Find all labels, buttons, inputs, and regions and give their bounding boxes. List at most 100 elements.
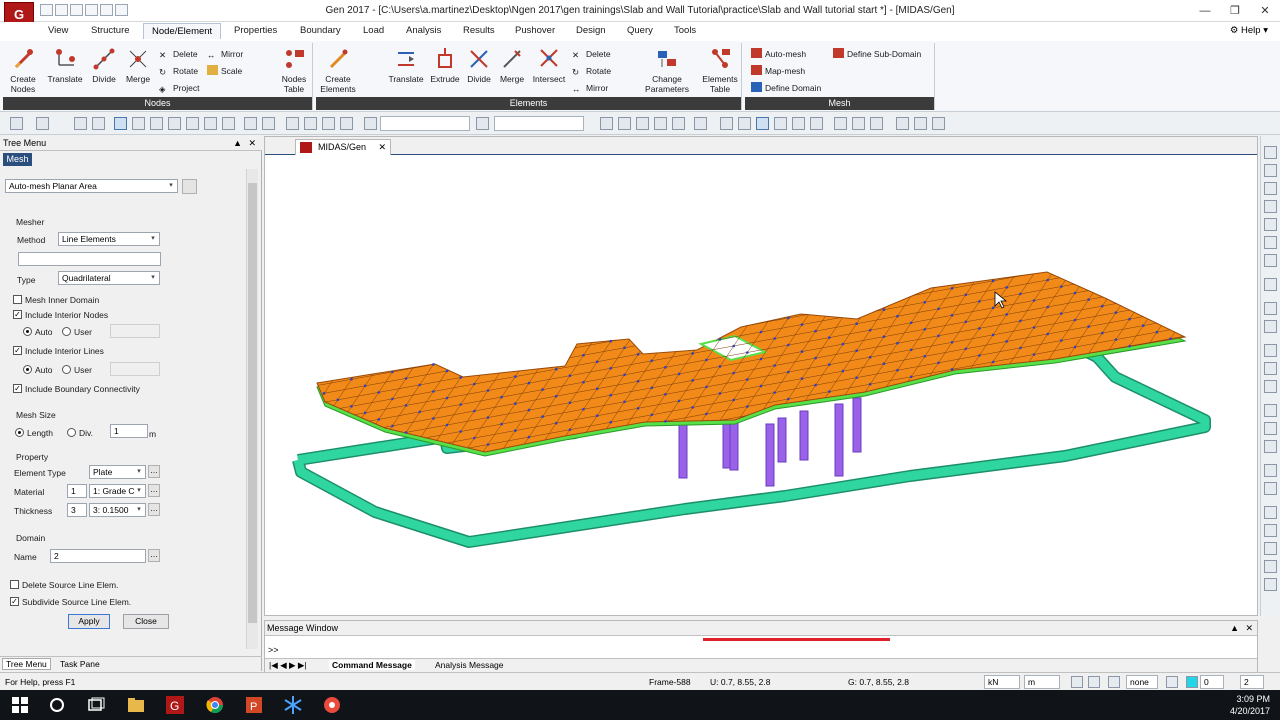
mesh-node[interactable] [759, 384, 763, 388]
material-select[interactable]: 1: Grade C ▾ [89, 484, 146, 498]
tab-query[interactable]: Query [627, 25, 653, 36]
mesh-node[interactable] [1060, 285, 1063, 288]
mesh-node[interactable] [964, 347, 968, 351]
length-unit-select[interactable]: m [1024, 675, 1060, 689]
intersect-elements-button[interactable]: Intersect [530, 47, 568, 84]
query-icon[interactable] [364, 117, 377, 130]
mesh-node[interactable] [882, 308, 886, 311]
select-icon[interactable] [114, 117, 127, 130]
mesh-node[interactable] [623, 400, 626, 404]
tab-properties[interactable]: Properties [234, 25, 277, 36]
column-3[interactable] [729, 420, 739, 471]
subdivide-source-checkbox[interactable]: ✓ [10, 597, 19, 606]
mesh-node[interactable] [773, 337, 776, 340]
perspective-icon[interactable] [720, 117, 733, 130]
interior-lines-auto-radio[interactable] [23, 365, 32, 374]
mesh-node[interactable] [1032, 353, 1036, 356]
mesh-node[interactable] [636, 407, 640, 410]
material-id-input[interactable]: 1 [67, 484, 87, 498]
mesh-node[interactable] [350, 378, 353, 381]
mesh-node[interactable] [855, 376, 858, 379]
column-8[interactable] [852, 397, 862, 453]
mesh-line[interactable] [265, 236, 285, 476]
auto-mesh-button[interactable]: Auto-mesh [751, 47, 806, 61]
mesh-node[interactable] [950, 314, 954, 317]
mesh-node[interactable] [705, 358, 708, 362]
mesh-node[interactable] [1046, 278, 1049, 282]
dimension-icon[interactable] [636, 117, 649, 130]
zoom-in-icon[interactable] [1264, 344, 1277, 357]
mesh-node[interactable] [623, 373, 626, 377]
mesh-node[interactable] [800, 377, 804, 380]
thickness-id-input[interactable]: 3 [67, 503, 87, 517]
mesh-node[interactable] [664, 420, 667, 423]
mesh-node[interactable] [391, 370, 394, 374]
column-4[interactable] [765, 423, 775, 487]
mesh-node[interactable] [1155, 330, 1159, 334]
element-type-options-button[interactable]: … [148, 465, 160, 478]
mesh-node[interactable] [937, 361, 940, 365]
window-3-icon[interactable] [1264, 542, 1277, 555]
nodes-table-button[interactable]: Nodes Table [277, 47, 311, 94]
unlock-icon[interactable] [932, 117, 945, 130]
tab-nav-arrows[interactable]: |◀ ◀ ▶ ▶| [269, 660, 307, 671]
mesh-node[interactable] [691, 406, 694, 409]
mesh-node[interactable] [473, 436, 476, 440]
mesh-node[interactable] [554, 367, 558, 371]
tab-task-pane[interactable]: Task Pane [60, 659, 100, 669]
mesh-node[interactable] [896, 341, 899, 345]
window-1-icon[interactable] [1264, 506, 1277, 519]
mesh-node[interactable] [1019, 346, 1022, 350]
mesh-node[interactable] [759, 357, 763, 361]
mesh-size-input[interactable]: 1 [110, 424, 148, 438]
tab-command-message[interactable]: Command Message [329, 660, 415, 670]
restore-icon[interactable]: ❐ [1220, 0, 1250, 22]
mesh-node[interactable] [1019, 292, 1022, 296]
copy-view-icon[interactable] [1264, 464, 1277, 477]
close-tab-icon[interactable]: ✕ [378, 140, 386, 155]
page-input[interactable]: 0 [1200, 675, 1224, 689]
include-interior-lines-checkbox[interactable]: ✓ [13, 346, 22, 355]
mesh-node[interactable] [964, 293, 968, 297]
red-tool-icon[interactable] [1264, 302, 1277, 315]
mesh-node[interactable] [609, 366, 613, 370]
render-icon[interactable] [774, 117, 787, 130]
define-domain-button[interactable]: Define Domain [751, 81, 821, 95]
interior-nodes-user-input[interactable] [110, 324, 160, 338]
mesh-node[interactable] [595, 387, 599, 390]
domain-name-options-button[interactable]: … [148, 549, 160, 562]
mesh-node[interactable] [800, 323, 804, 326]
mesh-node[interactable] [459, 430, 462, 433]
mesh-node[interactable] [568, 374, 572, 377]
snap-toggle-icon[interactable] [1071, 676, 1083, 688]
project-nodes-button[interactable]: ◈ Project [159, 81, 199, 95]
mesh-node[interactable] [1073, 345, 1077, 349]
mesh-node[interactable] [691, 379, 694, 382]
tab-pushover[interactable]: Pushover [515, 25, 555, 36]
tab-design[interactable]: Design [576, 25, 606, 36]
window-5-icon[interactable] [1264, 578, 1277, 591]
mesh-node[interactable] [500, 395, 503, 399]
mesh-node[interactable] [868, 355, 872, 359]
pin-icon[interactable]: ▲ [1230, 621, 1239, 636]
midas-gen-taskbar-icon[interactable]: G [165, 695, 185, 715]
mesh-node[interactable] [718, 392, 722, 395]
delete-elements-button[interactable]: ✕ Delete [572, 47, 611, 61]
zoom-window-icon[interactable] [286, 117, 299, 130]
shrink-icon[interactable] [694, 117, 707, 130]
ucs-icon[interactable] [852, 117, 865, 130]
mesh-node[interactable] [595, 360, 599, 363]
mesh-node[interactable] [609, 339, 613, 343]
select-volume-icon[interactable] [204, 117, 217, 130]
powerpoint-icon[interactable]: P [244, 695, 264, 715]
mesh-node[interactable] [514, 375, 517, 378]
mesh-node[interactable] [896, 314, 899, 318]
mesh-node[interactable] [514, 429, 517, 432]
define-sub-domain-button[interactable]: Define Sub-Domain [833, 47, 921, 61]
cyan-indicator-icon[interactable] [1186, 676, 1198, 688]
mesh-line[interactable] [1187, 236, 1257, 476]
chrome-icon[interactable] [205, 695, 225, 715]
measure-icon[interactable] [1264, 422, 1277, 435]
mesh-size-div-radio[interactable] [67, 428, 76, 437]
apply-button[interactable]: Apply [68, 614, 110, 629]
